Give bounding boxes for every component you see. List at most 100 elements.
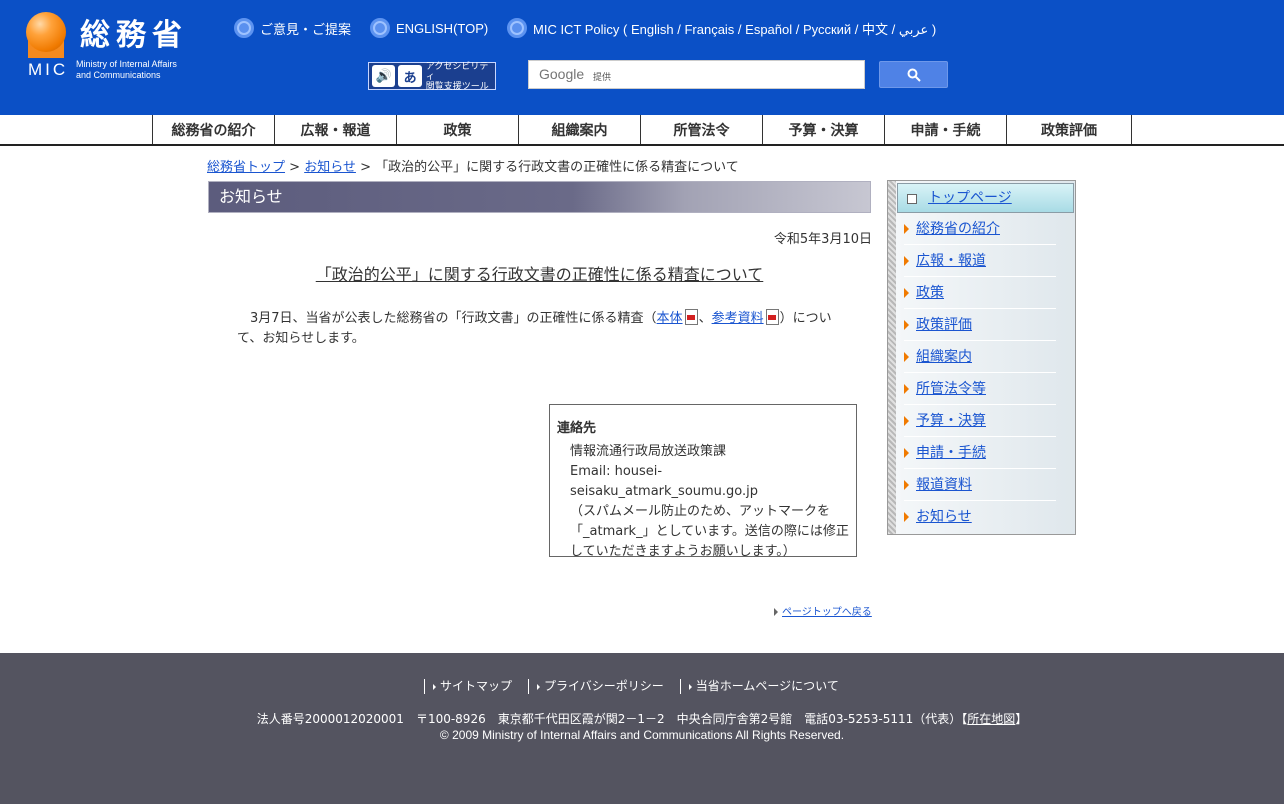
a11y-line1: アクセシビリティ	[425, 61, 489, 81]
english-top-link-label: ENGLISH(TOP)	[396, 20, 489, 36]
english-top-link[interactable]: ENGLISH(TOP)	[370, 18, 488, 38]
breadcrumb-separator: >	[285, 160, 305, 175]
breadcrumb-section-link[interactable]: お知らせ	[304, 160, 356, 175]
body-comma: 、	[698, 311, 712, 326]
logo-kanji: 総務省	[80, 18, 188, 53]
sidebar-item-label[interactable]: 広報・報道	[916, 253, 986, 269]
sidebar-item-budget[interactable]: 予算・決算	[904, 405, 1056, 437]
logo-sphere	[26, 12, 66, 52]
sidebar-top-page[interactable]: トップページ	[897, 183, 1074, 213]
footer-links: サイトマップ プライバシーポリシー 当省ホームページについて	[424, 679, 855, 694]
search-provided-label: 提供	[593, 72, 612, 82]
site-footer: サイトマップ プライバシーポリシー 当省ホームページについて 法人番号20000…	[0, 653, 1284, 804]
gnav-laws[interactable]: 所管法令	[641, 115, 763, 144]
article-title: 「政治的公平」に関する行政文書の正確性に係る精査について	[208, 261, 871, 285]
footer-privacy-link[interactable]: プライバシーポリシー	[528, 679, 680, 694]
sidebar-item-pr[interactable]: 広報・報道	[904, 245, 1056, 277]
mic-logo[interactable]: 総務省 MIC Ministry of Internal Affairs and…	[26, 12, 211, 82]
contact-note: （スパムメール防止のため、アットマークを「_atmark_」としています。送信の…	[570, 504, 849, 559]
gnav-organization[interactable]: 組織案内	[519, 115, 641, 144]
main-document-link[interactable]: 本体	[657, 311, 683, 326]
sidebar-item-label[interactable]: 政策評価	[916, 317, 972, 333]
sidebar-item-notices[interactable]: お知らせ	[904, 501, 1056, 533]
footer-map-link[interactable]: 所在地図	[967, 712, 1015, 726]
search-button[interactable]	[879, 61, 948, 88]
gnav-evaluation[interactable]: 政策評価	[1007, 115, 1132, 144]
sidebar-item-label[interactable]: 申請・手続	[916, 445, 986, 461]
triangle-right-icon	[774, 608, 778, 616]
gnav-about[interactable]: 総務省の紹介	[153, 115, 275, 144]
publish-date: 令和5年3月10日	[773, 232, 872, 247]
hiragana-a-icon: あ	[398, 65, 422, 87]
sidebar-list: 総務省の紹介 広報・報道 政策 政策評価 組織案内 所管法令等 予算・決算 申請…	[904, 213, 1056, 533]
contact-department: 情報流通行政局放送政策課	[570, 444, 727, 459]
contact-box: 連絡先 情報流通行政局放送政策課 Email: housei-seisaku_a…	[549, 404, 857, 559]
sidebar: トップページ 総務省の紹介 広報・報道 政策 政策評価 組織案内 所管法令等 予…	[887, 180, 1076, 535]
sidebar-item-evaluation[interactable]: 政策評価	[904, 309, 1056, 341]
logo-en-line2: and Communications	[76, 70, 161, 80]
ict-policy-link[interactable]: MIC ICT Policy ( English / Français / Es…	[507, 18, 936, 38]
reference-document-link[interactable]: 参考資料	[712, 311, 764, 326]
ict-policy-link-label: MIC ICT Policy ( English / Français / Es…	[533, 21, 937, 37]
radio-bullet-icon	[370, 18, 390, 38]
opinion-link-label: ご意見・ご提案	[260, 21, 352, 37]
accessibility-tool-label: アクセシビリティ 閲覧支援ツール	[426, 61, 495, 91]
sidebar-item-label[interactable]: 組織案内	[916, 349, 972, 365]
body-prefix: 3月7日、当省が公表した総務省の「行政文書」の正確性に係る精査（	[250, 311, 657, 326]
triangle-right-icon	[537, 683, 541, 690]
sidebar-item-about[interactable]: 総務省の紹介	[904, 213, 1056, 245]
gnav-budget[interactable]: 予算・決算	[763, 115, 885, 144]
speaker-icon: 🔊	[372, 65, 396, 87]
radio-bullet-icon	[234, 18, 254, 38]
sidebar-item-applications[interactable]: 申請・手続	[904, 437, 1056, 469]
sidebar-top-page-link[interactable]: トップページ	[928, 190, 1012, 206]
radio-bullet-icon	[507, 18, 527, 38]
article-body: 3月7日、当省が公表した総務省の「行政文書」の正確性に係る精査（本体 、参考資料）…	[237, 309, 837, 349]
sidebar-item-label[interactable]: 報道資料	[916, 477, 972, 493]
sidebar-item-policy[interactable]: 政策	[904, 277, 1056, 309]
footer-copyright: © 2009 Ministry of Internal Affairs and …	[439, 728, 845, 742]
pdf-icon	[684, 309, 698, 325]
logo-english: Ministry of Internal Affairs and Communi…	[76, 59, 177, 81]
section-title: お知らせ	[208, 181, 871, 213]
footer-sitemap-link[interactable]: サイトマップ	[424, 679, 528, 694]
sidebar-item-label[interactable]: 予算・決算	[916, 413, 986, 429]
global-nav: 総務省の紹介 広報・報道 政策 組織案内 所管法令 予算・決算 申請・手続 政策…	[0, 115, 1284, 146]
search-input[interactable]: Google 提供	[528, 60, 865, 89]
page-top-link-wrap: ページトップへ戻る	[774, 603, 872, 618]
search-icon	[907, 68, 921, 82]
sidebar-item-label[interactable]: 所管法令等	[916, 381, 986, 397]
a11y-line2: 閲覧支援ツール	[425, 81, 489, 91]
sidebar-item-press[interactable]: 報道資料	[904, 469, 1056, 501]
breadcrumb-separator: >	[355, 160, 376, 175]
site-header: 総務省 MIC Ministry of Internal Affairs and…	[0, 0, 1284, 115]
footer-about-site-link[interactable]: 当省ホームページについて	[679, 679, 855, 694]
footer-link-label: プライバシーポリシー	[544, 679, 664, 693]
sidebar-item-laws[interactable]: 所管法令等	[904, 373, 1056, 405]
footer-link-label: サイトマップ	[440, 679, 513, 693]
opinion-link[interactable]: ご意見・ご提案	[234, 18, 351, 38]
contact-heading: 連絡先	[557, 421, 597, 436]
accessibility-tool-button[interactable]: 🔊 あ アクセシビリティ 閲覧支援ツール	[368, 61, 496, 91]
triangle-right-icon	[433, 683, 436, 690]
sidebar-item-label[interactable]: 政策	[916, 285, 944, 301]
gnav-applications[interactable]: 申請・手続	[885, 115, 1007, 144]
logo-en-line1: Ministry of Internal Affairs	[76, 59, 177, 69]
sidebar-item-label[interactable]: お知らせ	[916, 509, 972, 525]
logo-mic: MIC	[28, 60, 69, 79]
sidebar-item-label[interactable]: 総務省の紹介	[916, 221, 1000, 237]
page-top-link[interactable]: ページトップへ戻る	[782, 607, 872, 618]
gnav-pr[interactable]: 広報・報道	[275, 115, 397, 144]
contact-email: Email: housei-seisaku_atmark_soumu.go.jp	[570, 464, 759, 499]
pdf-icon	[765, 309, 779, 325]
breadcrumb-current: 「政治的公平」に関する行政文書の正確性に係る精査について	[375, 160, 739, 175]
sidebar-item-organization[interactable]: 組織案内	[904, 341, 1056, 373]
triangle-right-icon	[688, 683, 692, 690]
footer-bracket: 】	[1015, 712, 1028, 726]
footer-link-label: 当省ホームページについて	[695, 679, 839, 693]
breadcrumb-home-link[interactable]: 総務省トップ	[207, 160, 285, 175]
article-title-text: 「政治的公平」に関する行政文書の正確性に係る精査について	[315, 265, 764, 284]
footer-address-text: 法人番号2000012020001 〒100-8926 東京都千代田区霞が関2－…	[256, 712, 962, 726]
footer-address: 法人番号2000012020001 〒100-8926 東京都千代田区霞が関2－…	[0, 710, 1284, 727]
gnav-policy[interactable]: 政策	[397, 115, 519, 144]
